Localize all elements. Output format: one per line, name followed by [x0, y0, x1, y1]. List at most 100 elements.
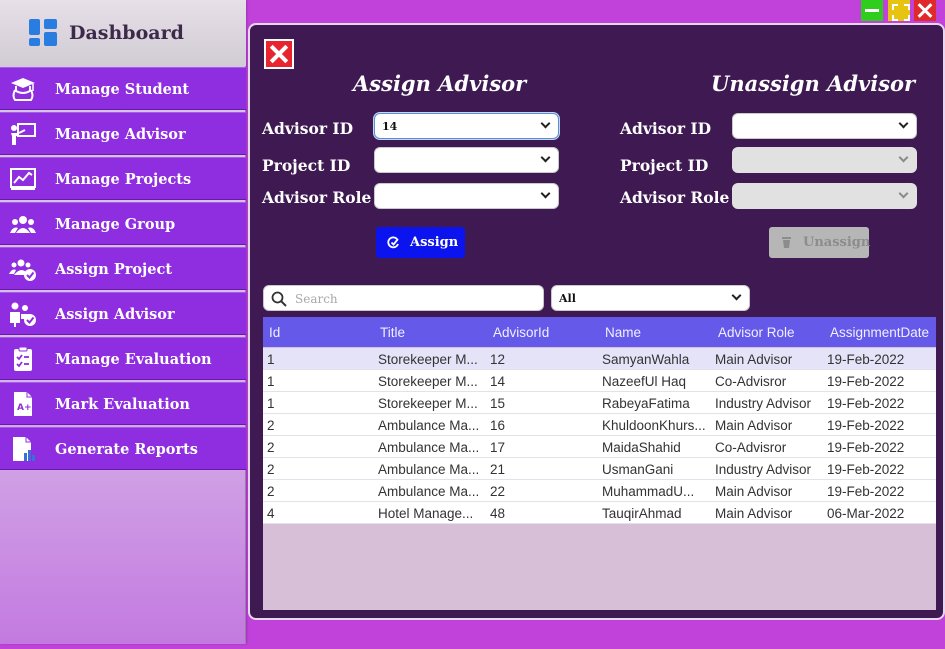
- table-cell: 16: [490, 418, 506, 433]
- assign-project-id-select[interactable]: [374, 147, 559, 173]
- group-icon: [10, 216, 36, 233]
- grade-a-plus-icon: A+: [14, 392, 32, 416]
- table-row[interactable]: 1 Storekeeper M... 12 SamyanWahla Main Advis…: [263, 348, 936, 370]
- table-row[interactable]: 4 Hotel Manage... 48 TauqirAhmad Main Adviso…: [263, 502, 936, 524]
- chevron-down-icon: [540, 188, 551, 199]
- sidebar-item-manage-student[interactable]: Manage Student: [0, 67, 246, 110]
- chevron-down-icon: [898, 188, 909, 199]
- sidebar-header[interactable]: Dashboard: [0, 0, 246, 66]
- table-cell: 19-Feb-2022: [827, 396, 905, 411]
- teacher-board-icon: [11, 123, 36, 145]
- assign-advisor-role-select[interactable]: [374, 183, 559, 209]
- assign-advisor-role-label: Advisor Role: [262, 188, 372, 207]
- table-cell: Industry Advisor: [715, 396, 812, 411]
- search-icon: [271, 291, 287, 307]
- table-row[interactable]: 1 Storekeeper M... 14 NazeefUl Haq Co-Advisr…: [263, 370, 936, 392]
- unassign-project-id-select[interactable]: [732, 147, 917, 173]
- sidebar-item-label: Assign Advisor: [55, 306, 175, 323]
- group-check-icon: [9, 259, 36, 281]
- table-cell: 19-Feb-2022: [827, 418, 905, 433]
- table-cell: 15: [490, 396, 506, 411]
- chevron-down-icon: [898, 118, 909, 129]
- assignments-table[interactable]: Id Title AdvisorId Name Advisor Role Ass…: [263, 317, 936, 610]
- table-cell: 4: [267, 506, 275, 521]
- table-cell: Storekeeper M...: [378, 396, 478, 411]
- sidebar-item-label: Manage Group: [55, 216, 176, 233]
- table-cell: Co-Advisror: [715, 440, 787, 455]
- sidebar-item-generate-reports[interactable]: Generate Reports: [0, 427, 246, 470]
- table-cell: 19-Feb-2022: [827, 352, 905, 367]
- table-cell: 22: [490, 484, 506, 499]
- assign-advisor-panel: Assign Advisor Advisor ID 14 Project ID …: [248, 23, 945, 620]
- table-cell: 2: [267, 440, 275, 455]
- table-cell: RabeyaFatima: [602, 396, 690, 411]
- close-icon[interactable]: [264, 39, 294, 69]
- sidebar-item-mark-evaluation[interactable]: A+ Mark Evaluation: [0, 382, 246, 425]
- assign-advisor-id-label: Advisor ID: [262, 119, 354, 138]
- column-header-id[interactable]: Id: [269, 325, 280, 340]
- sidebar-item-manage-group[interactable]: Manage Group: [0, 202, 246, 245]
- column-header-title[interactable]: Title: [380, 325, 405, 340]
- search-input[interactable]: Search: [263, 285, 544, 311]
- assign-button-label: Assign: [410, 235, 459, 250]
- table-row[interactable]: 2 Ambulance Ma... 17 MaidaShahid Co-Advisror…: [263, 436, 936, 458]
- assign-advisor-id-value: 14: [382, 120, 398, 133]
- filter-select[interactable]: All: [551, 285, 750, 311]
- unassign-advisor-title: Unassign Advisor: [711, 71, 916, 96]
- table-cell: MaidaShahid: [602, 440, 681, 455]
- column-header-advisor-role[interactable]: Advisor Role: [718, 325, 795, 340]
- column-header-name[interactable]: Name: [605, 325, 641, 340]
- filter-value: All: [559, 292, 576, 305]
- sidebar-item-manage-evaluation[interactable]: Manage Evaluation: [0, 337, 246, 380]
- graduate-icon: [11, 78, 35, 101]
- table-cell: 19-Feb-2022: [827, 484, 905, 499]
- unassign-advisor-role-select[interactable]: [732, 183, 917, 209]
- chevron-down-icon: [731, 290, 742, 301]
- table-cell: NazeefUl Haq: [602, 374, 687, 389]
- column-header-assignment-date[interactable]: AssignmentDate: [830, 325, 929, 340]
- table-cell: Ambulance Ma...: [378, 418, 480, 433]
- table-cell: 14: [490, 374, 506, 389]
- table-cell: MuhammadU...: [602, 484, 695, 499]
- table-row[interactable]: 2 Ambulance Ma... 16 KhuldoonKhurs... Main A…: [263, 414, 936, 436]
- table-row[interactable]: 2 Ambulance Ma... 21 UsmanGani Industry Advi…: [263, 458, 936, 480]
- sidebar-item-manage-projects[interactable]: Manage Projects: [0, 157, 246, 200]
- table-cell: Industry Advisor: [715, 462, 812, 477]
- sidebar-item-label: Manage Evaluation: [55, 351, 212, 368]
- minimize-icon[interactable]: [861, 0, 883, 21]
- table-cell: 19-Feb-2022: [827, 462, 905, 477]
- person-check-icon: [10, 302, 36, 327]
- table-cell: 48: [490, 506, 506, 521]
- sidebar-item-assign-advisor[interactable]: Assign Advisor: [0, 292, 246, 335]
- maximize-icon[interactable]: [888, 0, 910, 21]
- sidebar-item-label: Assign Project: [55, 261, 173, 278]
- table-cell: 2: [267, 418, 275, 433]
- trash-icon: [782, 237, 791, 248]
- table-cell: Ambulance Ma...: [378, 440, 480, 455]
- table-cell: Ambulance Ma...: [378, 462, 480, 477]
- assign-advisor-id-select[interactable]: 14: [374, 113, 559, 139]
- table-cell: 2: [267, 484, 275, 499]
- chevron-down-icon: [540, 118, 551, 129]
- assign-project-id-label: Project ID: [262, 156, 351, 175]
- column-header-advisor-id[interactable]: AdvisorId: [493, 325, 549, 340]
- table-row[interactable]: 2 Ambulance Ma... 22 MuhammadU... Main Advis…: [263, 480, 936, 502]
- chevron-down-icon: [898, 152, 909, 163]
- unassign-advisor-role-label: Advisor Role: [620, 188, 730, 207]
- table-cell: 1: [267, 396, 275, 411]
- window-close-icon[interactable]: [914, 0, 936, 21]
- sidebar-item-manage-advisor[interactable]: Manage Advisor: [0, 112, 246, 155]
- table-cell: 06-Mar-2022: [827, 506, 905, 521]
- sidebar-item-assign-project[interactable]: Assign Project: [0, 247, 246, 290]
- table-cell: Hotel Manage...: [378, 506, 474, 521]
- table-cell: 19-Feb-2022: [827, 440, 905, 455]
- unassign-button[interactable]: Unassign: [769, 227, 870, 258]
- sidebar-item-label: Mark Evaluation: [55, 396, 190, 413]
- unassign-advisor-id-select[interactable]: [732, 113, 917, 139]
- assign-button[interactable]: Assign: [376, 227, 465, 258]
- chevron-down-icon: [540, 152, 551, 163]
- app-window: Dashboard Manage Student Manage Advisor: [0, 0, 945, 649]
- table-cell: Main Advisor: [715, 484, 793, 499]
- table-row[interactable]: 1 Storekeeper M... 15 RabeyaFatima Industry …: [263, 392, 936, 414]
- table-cell: 17: [490, 440, 506, 455]
